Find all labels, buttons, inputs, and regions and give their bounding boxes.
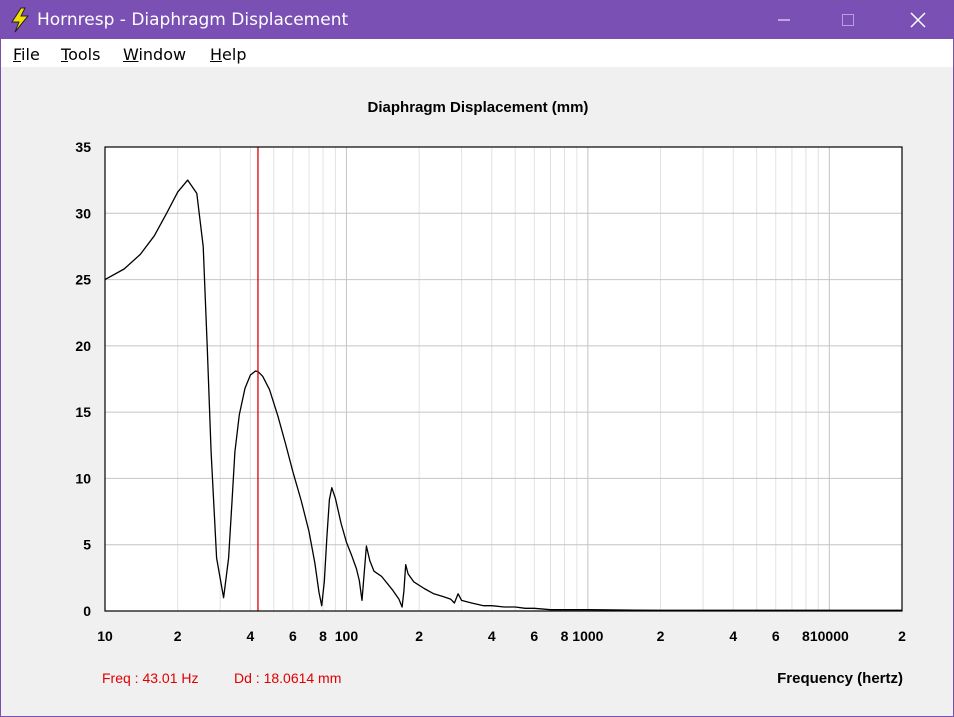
x-tick-label: 4	[246, 628, 254, 644]
menu-file[interactable]: File	[13, 45, 40, 64]
x-tick-label: 1000	[572, 628, 603, 644]
menu-window-rest: indow	[138, 45, 187, 64]
x-tick-label: 100	[335, 628, 359, 644]
menu-bar: File Tools Window Help	[1, 39, 953, 67]
plot-background	[105, 147, 902, 611]
x-tick-label: 10000	[810, 628, 849, 644]
displacement-readout: Dd : 18.0614 mm	[234, 670, 342, 686]
maximize-button[interactable]	[825, 1, 871, 39]
chart-area[interactable]: Diaphragm Displacement (mm) 0 5 10 15 20 25 30…	[1, 67, 953, 716]
y-tick-label: 10	[75, 470, 91, 486]
freq-readout: Freq : 43.01 Hz	[102, 670, 199, 686]
x-axis-label: Frequency (hertz)	[777, 670, 903, 687]
minimize-icon	[778, 19, 790, 21]
maximize-icon	[842, 14, 854, 26]
menu-tools[interactable]: Tools	[61, 45, 100, 64]
menu-file-rest: ile	[21, 45, 40, 64]
x-tick-label: 2	[415, 628, 423, 644]
y-tick-label: 25	[75, 272, 91, 288]
y-tick-label: 0	[83, 603, 91, 619]
menu-file-mnemonic: F	[13, 45, 22, 64]
y-tick-label: 20	[75, 338, 91, 354]
menu-help-rest: elp	[222, 45, 247, 64]
menu-tools-mnemonic: T	[61, 45, 69, 64]
menu-window-mnemonic: W	[123, 45, 139, 64]
x-tick-label: 2	[657, 628, 665, 644]
close-button[interactable]	[895, 1, 941, 39]
x-tick-label: 2	[898, 628, 906, 644]
x-tick-label: 8	[561, 628, 569, 644]
x-tick-label: 4	[729, 628, 737, 644]
menu-help-mnemonic: H	[210, 45, 223, 64]
window-title: Hornresp - Diaphragm Displacement	[37, 10, 349, 30]
x-tick-label: 8	[802, 628, 810, 644]
x-tick-label: 2	[174, 628, 182, 644]
app-window: Hornresp - Diaphragm Displacement File T…	[0, 0, 954, 717]
menu-help[interactable]: Help	[210, 45, 246, 64]
minimize-button[interactable]	[761, 1, 807, 39]
menu-window[interactable]: Window	[123, 45, 186, 64]
x-tick-label: 6	[772, 628, 780, 644]
close-icon	[910, 12, 926, 28]
x-tick-label: 6	[530, 628, 538, 644]
x-tick-label: 8	[319, 628, 327, 644]
y-tick-label: 15	[75, 404, 91, 420]
x-tick-label: 10	[97, 628, 113, 644]
lightning-bolt-icon	[11, 7, 30, 33]
displacement-chart[interactable]: 0510152025303510 2 4 6 8 100 2 4 6 8 1000 2 4 6 8 10000…	[1, 67, 953, 716]
y-tick-label: 35	[75, 139, 91, 155]
menu-tools-rest: ools	[68, 45, 101, 64]
title-bar[interactable]: Hornresp - Diaphragm Displacement	[1, 1, 953, 39]
x-tick-label: 6	[289, 628, 297, 644]
y-tick-label: 30	[75, 205, 91, 221]
x-tick-label: 4	[488, 628, 496, 644]
y-tick-label: 5	[83, 537, 91, 553]
